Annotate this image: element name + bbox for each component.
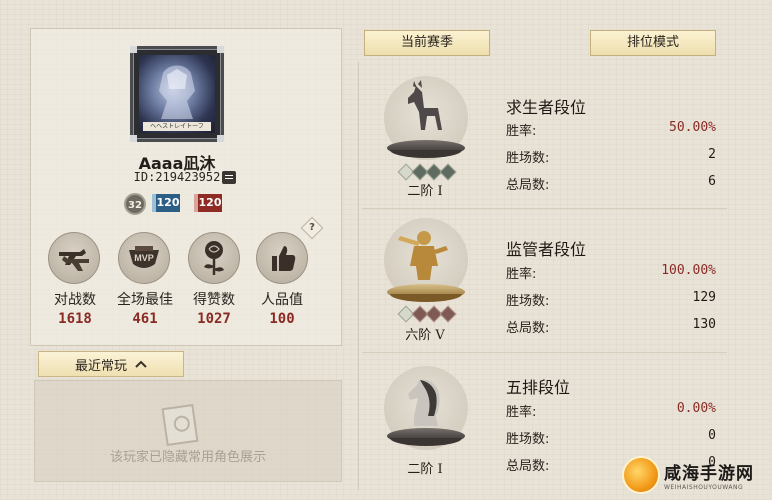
site-logo-icon <box>622 456 660 494</box>
tier-star <box>439 163 457 181</box>
svg-text:MVP: MVP <box>134 253 154 263</box>
fivestack-total-label: 总局数: <box>506 459 550 474</box>
hunter-figure-icon <box>398 231 448 280</box>
rank-badge-blue: 120 <box>152 194 180 212</box>
hunter-total-value: 130 <box>692 317 716 332</box>
avatar-caption: ヘヘストレイトーフ <box>143 122 211 131</box>
recent-played-label: 最近常玩 <box>74 358 127 374</box>
rank-mode-button[interactable]: 排位模式 <box>590 30 716 56</box>
fivestack-winrate-label: 胜率: <box>506 405 537 420</box>
frame-corner <box>130 46 137 53</box>
recent-played-tab[interactable]: 最近常玩 <box>38 351 184 377</box>
rank-badge-red: 120 <box>194 194 222 212</box>
frame-corner <box>217 135 224 142</box>
survivor-total-label: 总局数: <box>506 178 550 193</box>
hidden-portrait-icon <box>161 403 199 447</box>
stat-value-mvp: 461 <box>132 311 158 327</box>
fivestack-wins-label: 胜场数: <box>506 432 550 447</box>
hunter-rank-title: 监管者段位 <box>506 240 587 259</box>
fivestack-tier: 二阶 I <box>407 462 443 477</box>
frame-corner <box>130 135 137 142</box>
chess-knight-icon <box>408 379 440 426</box>
stat-value-likes: 1027 <box>197 311 231 327</box>
tier-stars <box>397 305 457 323</box>
crossed-pistols-icon <box>48 232 100 284</box>
hunter-wins-label: 胜场数: <box>506 294 550 309</box>
survivor-winrate-value: 50.00% <box>669 120 716 135</box>
site-watermark: 咸海手游网 WEIHAISHOUYOUWANG <box>622 452 770 498</box>
mvp-icon: MVP <box>118 232 170 284</box>
watermark-cn: 咸海手游网 <box>664 464 754 484</box>
avatar[interactable]: ヘヘストレイトーフ <box>130 46 224 142</box>
hunter-tier: 六阶 V <box>405 328 445 343</box>
survivor-tier: 二阶 I <box>407 184 443 199</box>
thumbs-up-icon <box>256 232 308 284</box>
chevron-up-icon <box>135 360 147 368</box>
hunter-wins-value: 129 <box>692 290 716 305</box>
stat-label-likes: 得赞数 <box>193 292 235 308</box>
survivor-total-value: 6 <box>708 174 716 189</box>
stat-value-matches: 1618 <box>58 311 92 327</box>
tier-star <box>439 305 457 323</box>
stat-label-character: 人品值 <box>261 292 303 308</box>
hound-figure-icon <box>408 80 442 130</box>
fivestack-rank-title: 五排段位 <box>506 378 571 397</box>
section-divider <box>362 352 727 353</box>
survivor-rank-title: 求生者段位 <box>506 98 587 117</box>
rose-icon <box>188 232 240 284</box>
section-divider <box>362 208 727 209</box>
current-season-button[interactable]: 当前赛季 <box>364 30 490 56</box>
tier-stars <box>397 163 457 181</box>
survivor-wins-label: 胜场数: <box>506 151 550 166</box>
chat-icon[interactable] <box>222 171 236 184</box>
hunter-winrate-label: 胜率: <box>506 267 537 282</box>
stat-label-matches: 对战数 <box>54 292 96 308</box>
hunter-winrate-value: 100.00% <box>661 263 716 278</box>
help-glyph: ? <box>309 222 315 233</box>
stat-value-character: 100 <box>269 311 295 327</box>
watermark-en: WEIHAISHOUYOUWANG <box>664 484 744 491</box>
hidden-roles-message: 该玩家已隐藏常用角色展示 <box>109 450 266 465</box>
fivestack-winrate-value: 0.00% <box>676 401 716 416</box>
survivor-wins-value: 2 <box>708 147 716 162</box>
frame-corner <box>217 46 224 53</box>
level-badge: 32 <box>124 193 146 215</box>
hunter-total-label: 总局数: <box>506 321 550 336</box>
fivestack-wins-value: 0 <box>708 428 716 443</box>
survivor-winrate-label: 胜率: <box>506 124 537 139</box>
stat-label-mvp: 全场最佳 <box>117 292 173 308</box>
